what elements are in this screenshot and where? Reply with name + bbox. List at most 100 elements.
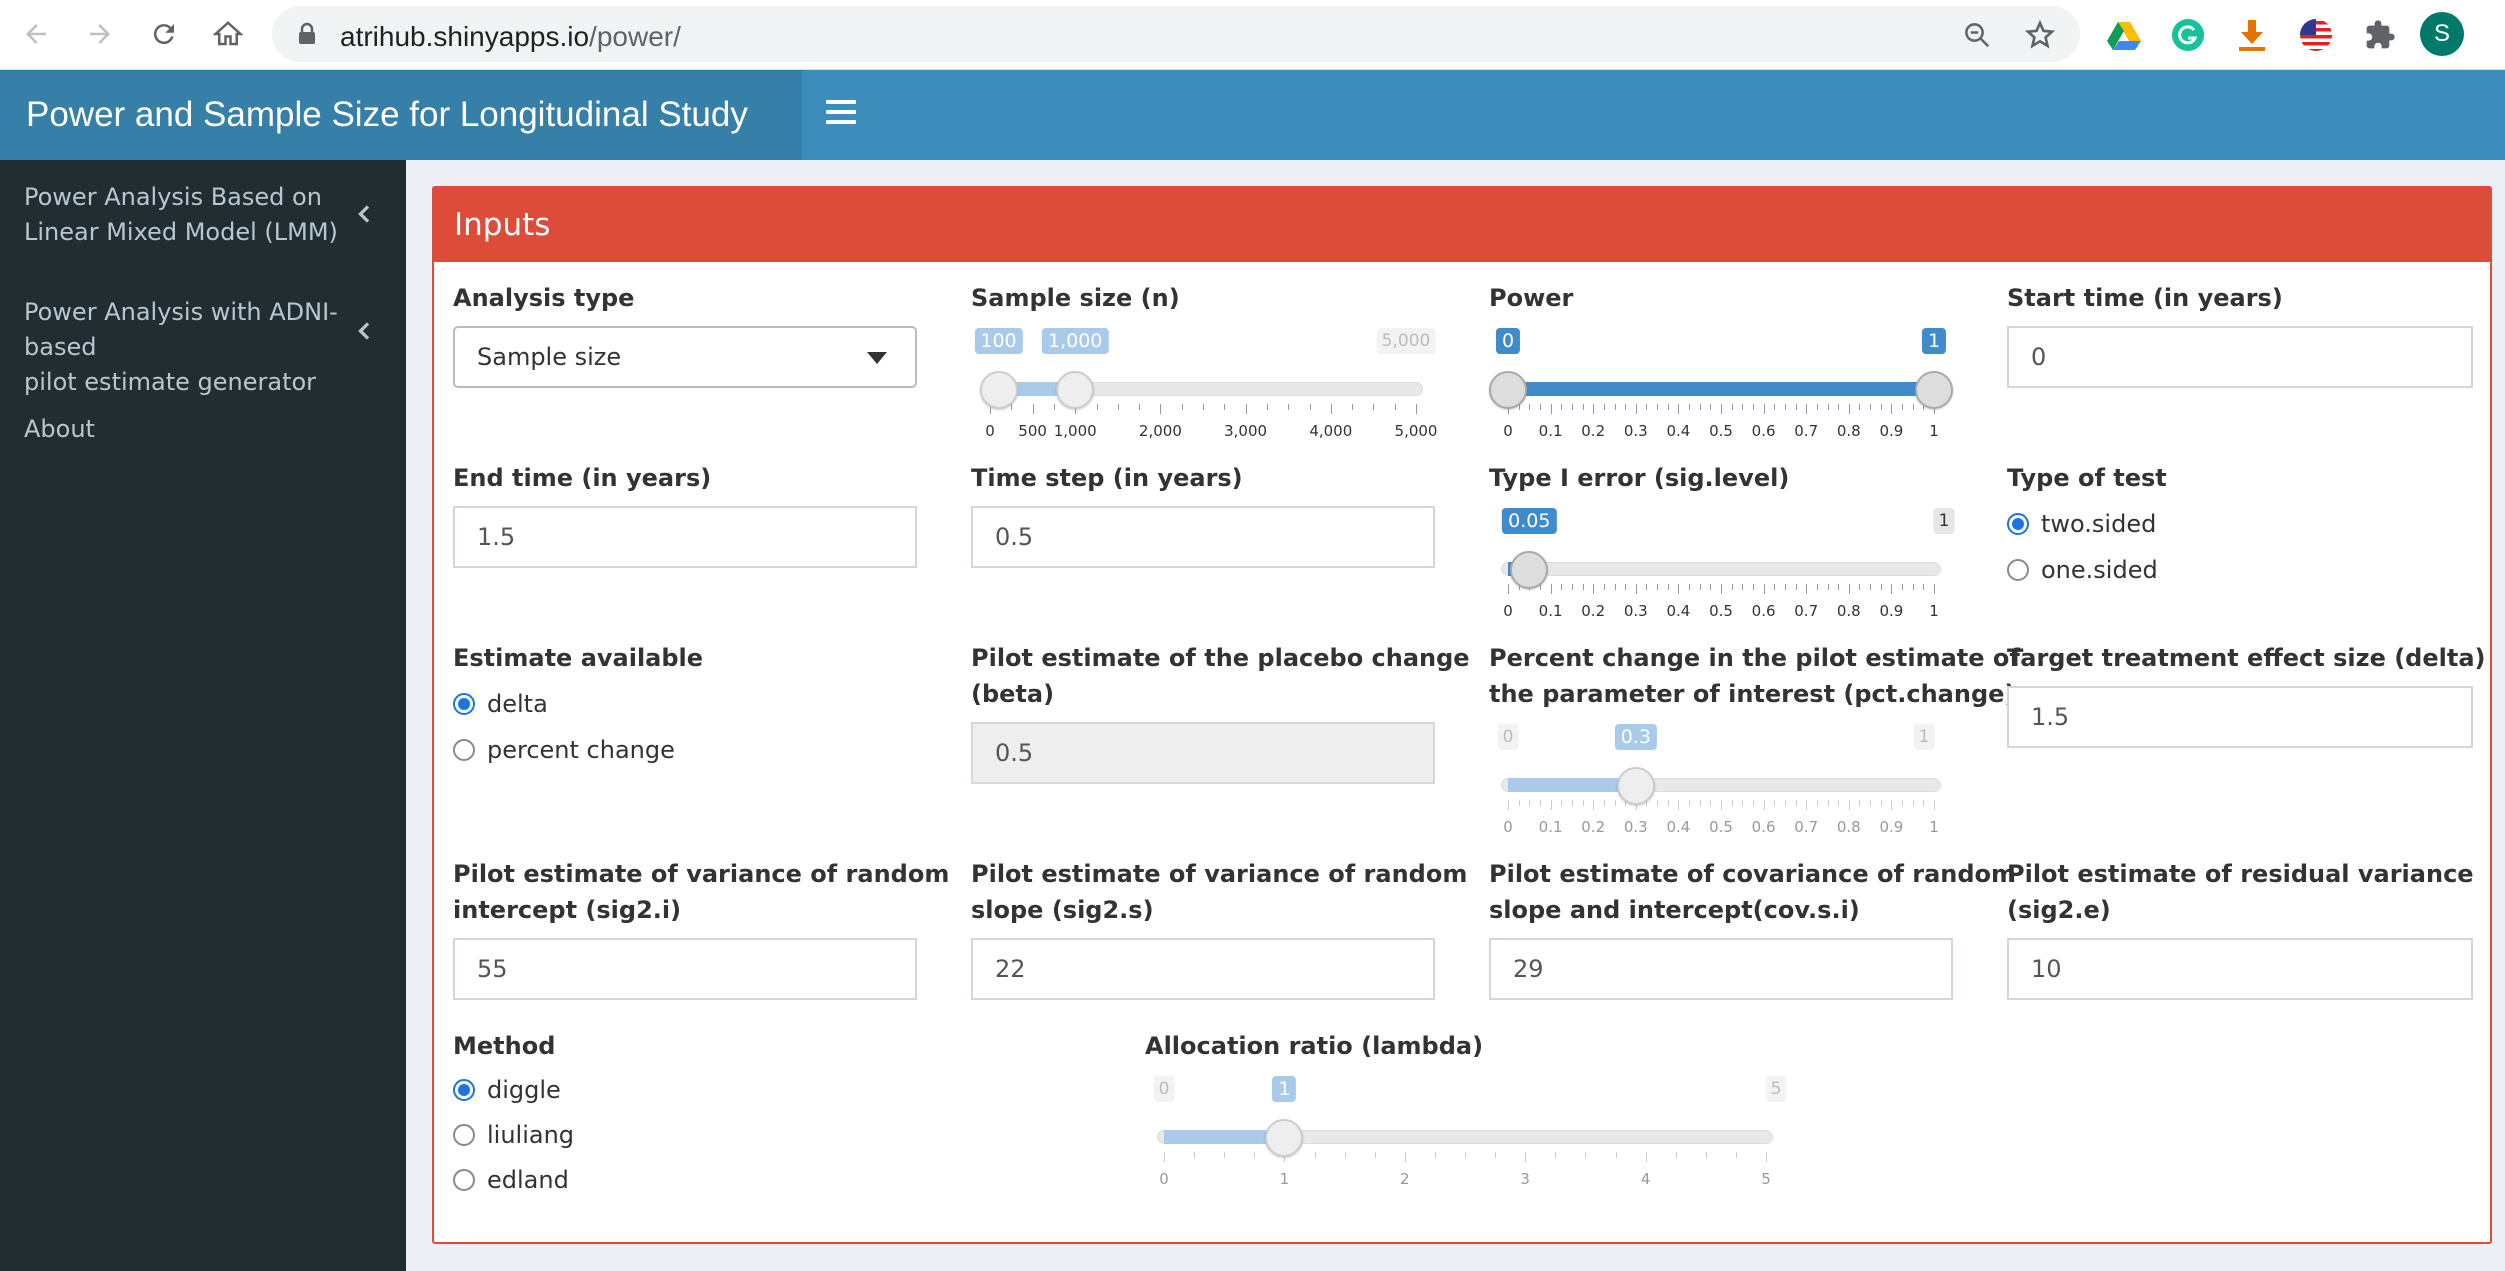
slider-tick-label: 0.3	[1623, 422, 1648, 440]
slider-minor-tick	[1667, 404, 1669, 410]
profile-avatar[interactable]: S	[2420, 12, 2464, 56]
time-step-input[interactable]: 0.5	[971, 506, 1435, 568]
sig2-i-input[interactable]: 55	[453, 938, 917, 1000]
slider-tick-label: 0.5	[1709, 602, 1733, 620]
home-button[interactable]	[206, 12, 250, 56]
slider-minor-tick	[1923, 800, 1925, 806]
google-drive-extension[interactable]	[2103, 14, 2145, 56]
slider-minor-tick	[1373, 404, 1375, 410]
analysis-type-select[interactable]: Sample size	[453, 326, 917, 388]
slider-minor-tick	[1902, 800, 1904, 806]
slider-minor-tick	[1774, 584, 1776, 590]
slider-minor-tick	[1539, 800, 1541, 806]
start-time-input[interactable]: 0	[2007, 326, 2473, 388]
slider-minor-tick	[1902, 584, 1904, 590]
slider-handle	[1056, 371, 1095, 409]
slider-tick-label: 0.9	[1879, 422, 1904, 440]
address-bar[interactable]: atrihub.shinyapps.io/power/	[272, 6, 2080, 62]
slider-min-label: 0	[1153, 1076, 1175, 1102]
slider-minor-tick	[1742, 584, 1744, 590]
home-icon	[213, 21, 243, 46]
slider-minor-tick	[1731, 800, 1733, 806]
label-line: Pilot estimate of variance of random	[971, 860, 1468, 888]
slider-tick-label: 4,000	[1309, 422, 1353, 440]
slider-tick-label: 5	[1761, 1170, 1771, 1188]
us-flag-extension[interactable]	[2295, 14, 2337, 56]
radio-button-selected[interactable]	[2007, 513, 2029, 535]
slider-minor-tick	[1774, 800, 1776, 806]
chevron-left-icon[interactable]	[356, 205, 374, 223]
radio-liuliang[interactable]: liuliang	[453, 1119, 574, 1151]
slider-minor-tick	[1561, 800, 1563, 806]
sidebar-item-label: Power Analysis with ADNI-based	[24, 298, 338, 361]
type-of-test-label: Type of test	[2007, 464, 2167, 492]
download-extension[interactable]	[2231, 14, 2273, 56]
slider-tick	[1763, 800, 1765, 810]
target-delta-input[interactable]: 1.5	[2007, 686, 2473, 748]
slider-tick-label: 0.9	[1879, 818, 1904, 836]
slider-minor-tick	[1912, 404, 1914, 410]
slider-minor-tick	[1224, 1152, 1226, 1158]
slider-minor-tick	[1705, 1152, 1707, 1158]
type1-error-slider[interactable]: 0 0.1 0.2 0.3 0.4 0.5 0.6 0.7 0.8 0.9 1 0.05 1	[1489, 500, 1955, 620]
slider-minor-tick	[1689, 404, 1691, 410]
reload-button[interactable]	[142, 12, 186, 56]
radio-percent-change[interactable]: percent change	[453, 734, 675, 766]
radio-label: percent change	[487, 736, 675, 764]
analysis-type-label: Analysis type	[453, 284, 635, 312]
slider-minor-tick	[1912, 584, 1914, 590]
slider-minor-tick	[1465, 1152, 1466, 1158]
cov-s-i-input[interactable]: 29	[1489, 938, 1953, 1000]
slider-minor-tick	[1859, 584, 1861, 590]
radio-button[interactable]	[453, 1169, 475, 1191]
slider-tick	[1164, 1152, 1165, 1162]
google-drive-icon	[2107, 22, 2141, 50]
radio-button[interactable]	[2007, 559, 2029, 581]
sidebar-item-label: Linear Mixed Model (LMM)	[24, 218, 338, 246]
extensions-button[interactable]	[2359, 14, 2401, 56]
sidebar-item-about[interactable]: About	[24, 412, 374, 447]
radio-button-selected[interactable]	[453, 1079, 475, 1101]
radio-one-sided[interactable]: one.sided	[2007, 554, 2158, 586]
slider-tick	[1848, 404, 1850, 414]
sig2-e-input[interactable]: 10	[2007, 938, 2473, 1000]
chevron-left-icon[interactable]	[356, 322, 374, 340]
sidebar-item-lmm[interactable]: Power Analysis Based on Linear Mixed Mod…	[24, 180, 374, 250]
slider-minor-tick	[1784, 800, 1786, 806]
sample-size-slider[interactable]: 0 500 1,000 2,000 3,000 4,000 5,000 100 1,000 5,0…	[971, 320, 1437, 440]
slider-tick-label: 3	[1520, 1170, 1530, 1188]
slider-tick-label: 0.1	[1538, 602, 1563, 620]
slider-minor-tick	[1838, 404, 1840, 410]
radio-two-sided[interactable]: two.sided	[2007, 508, 2156, 540]
forward-button[interactable]	[78, 12, 122, 56]
radio-diggle[interactable]: diggle	[453, 1074, 561, 1106]
slider-minor-tick	[1752, 584, 1754, 590]
sidebar-item-adni[interactable]: Power Analysis with ADNI-based pilot est…	[24, 295, 374, 400]
slider-tick	[1806, 800, 1808, 810]
slider-minor-tick	[1224, 404, 1226, 410]
sidebar-toggle-hamburger-icon[interactable]	[826, 100, 856, 130]
pilot-beta-input: 0.5	[971, 722, 1435, 784]
radio-button[interactable]	[453, 1124, 475, 1146]
slider-tick-label: 0.2	[1581, 602, 1606, 620]
slider-tick-label: 0.7	[1794, 818, 1819, 836]
power-slider[interactable]: 0 0.1 0.2 0.3 0.4 0.5 0.6 0.7 0.8 0.9 1 0 1	[1489, 320, 1953, 440]
end-time-input[interactable]: 1.5	[453, 506, 917, 568]
slider-tick	[1593, 404, 1595, 414]
radio-edland[interactable]: edland	[453, 1164, 569, 1196]
slider-tick	[1645, 1152, 1647, 1162]
pct-change-slider[interactable]: 0 0.1 0.2 0.3 0.4 0.5 0.6 0.7 0.8 0.9 1 0.3 0 1	[1489, 716, 1953, 836]
radio-button[interactable]	[453, 739, 475, 761]
browser-toolbar: atrihub.shinyapps.io/power/ S	[0, 0, 2505, 70]
sig2-s-input[interactable]: 22	[971, 938, 1435, 1000]
radio-button-selected[interactable]	[453, 693, 475, 715]
radio-delta[interactable]: delta	[453, 688, 548, 720]
zoom-icon[interactable]	[1962, 20, 1992, 50]
lambda-slider[interactable]: 0 1 2 3 4 5 1 0 5	[1145, 1068, 1787, 1188]
slider-minor-tick	[1657, 800, 1659, 806]
back-button[interactable]	[14, 12, 58, 56]
grammarly-extension[interactable]	[2167, 14, 2209, 56]
slider-minor-tick	[1582, 404, 1584, 410]
bookmark-star-icon[interactable]	[2024, 19, 2056, 51]
slider-minor-tick	[1614, 404, 1616, 410]
